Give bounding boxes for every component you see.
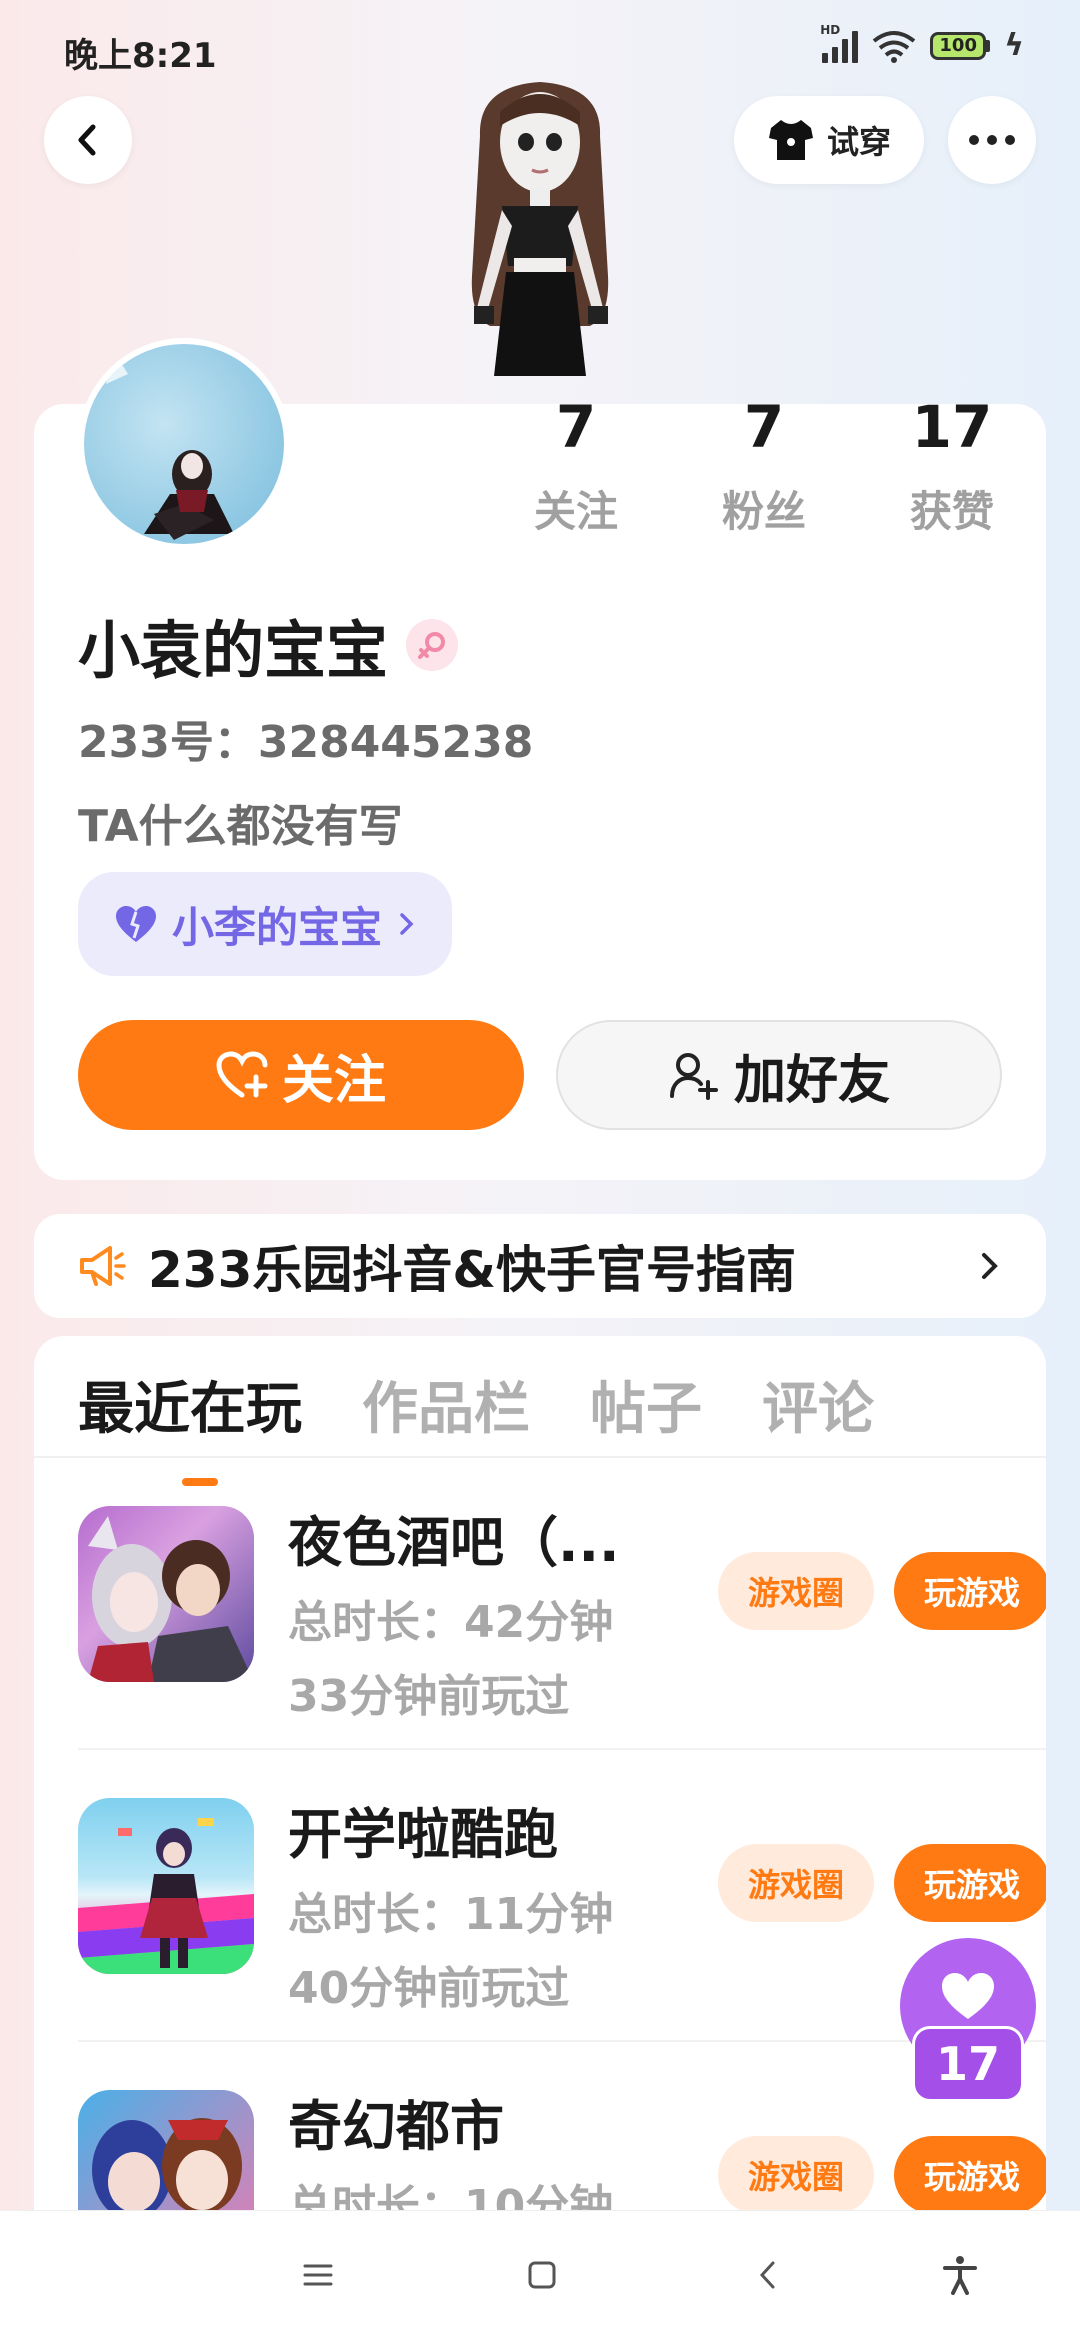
heart-icon (116, 906, 156, 942)
profile-tabs: 最近在玩 作品栏 帖子 评论 (78, 1364, 874, 1486)
avatar-character-image (471, 82, 609, 376)
stat-likes-label: 获赞 (909, 487, 994, 536)
home-square-icon (528, 2261, 556, 2289)
stat-followers[interactable]: 7 粉丝 (670, 398, 858, 539)
game-circle-button[interactable]: 游戏圈 (718, 2136, 874, 2214)
accessibility-button[interactable] (936, 2251, 984, 2299)
try-on-label: 试穿 (826, 123, 891, 161)
username-text: 小袁的宝宝 (78, 614, 389, 687)
female-gender-icon (406, 619, 459, 671)
tab-posts[interactable]: 帖子 (590, 1364, 702, 1445)
wifi-icon (872, 30, 916, 63)
battery-level: 100 (930, 31, 987, 60)
follow-button[interactable]: 关注 (78, 1020, 524, 1130)
chevron-right-icon (982, 1253, 998, 1279)
stat-followers-label: 粉丝 (721, 487, 806, 536)
announcement-banner[interactable]: 233乐园抖音&快手官号指南 (34, 1214, 1046, 1318)
follow-label: 关注 (281, 1050, 386, 1111)
tshirt-icon (768, 120, 813, 160)
chevron-right-icon (400, 913, 414, 935)
chevron-left-icon (759, 2261, 775, 2289)
play-game-button[interactable]: 玩游戏 (894, 1552, 1046, 1630)
menu-icon (303, 2264, 333, 2286)
tab-works[interactable]: 作品栏 (362, 1364, 530, 1445)
stat-following-label: 关注 (533, 487, 618, 536)
game-title: 开学啦酷跑 (288, 1803, 558, 1866)
charging-icon: ϟ (1004, 28, 1024, 63)
game-title: 奇幻都市 (288, 2095, 504, 2158)
play-game-button[interactable]: 玩游戏 (894, 2136, 1046, 2214)
list-item[interactable]: 夜色酒吧（... 总时长：42分钟 33分钟前玩过 游戏圈 玩游戏 (78, 1458, 1046, 1750)
add-user-icon (669, 1053, 718, 1100)
signal-icon: HD (820, 23, 859, 63)
menu-button[interactable] (294, 2251, 342, 2299)
more-button[interactable] (948, 96, 1036, 184)
accessibility-icon (943, 2256, 977, 2295)
back-button[interactable] (44, 96, 132, 184)
user-bio: TA什么都没有写 (78, 801, 403, 852)
status-icons: HD 100 ϟ (820, 23, 1024, 64)
stat-following[interactable]: 7 关注 (482, 398, 670, 539)
game-circle-button[interactable]: 游戏圈 (718, 1552, 874, 1630)
user-id: 233号：328445238 (78, 717, 534, 768)
like-count: 17 (912, 2026, 1024, 2102)
stat-likes[interactable]: 17 获赞 (858, 398, 1046, 539)
relation-tag[interactable]: 小李的宝宝 (78, 872, 453, 976)
avatar-image (106, 352, 234, 540)
content-card: 最近在玩 作品栏 帖子 评论 夜色酒吧（... 总时长：42分钟 33分钟前玩过… (34, 1336, 1046, 2340)
home-button[interactable] (518, 2251, 566, 2299)
heart-icon (942, 1973, 994, 2019)
chevron-left-icon (78, 124, 96, 156)
game-duration: 总时长：42分钟 (288, 1597, 614, 1648)
add-friend-label: 加好友 (733, 1050, 890, 1111)
signal-hd-label: HD (820, 22, 841, 37)
game-last-played: 33分钟前玩过 (288, 1671, 570, 1722)
username: 小袁的宝宝 (78, 600, 459, 690)
tab-comments[interactable]: 评论 (762, 1364, 874, 1445)
game-icon-image (78, 1798, 254, 1974)
play-game-button[interactable]: 玩游戏 (894, 1844, 1046, 1922)
announcement-text: 233乐园抖音&快手官号指南 (148, 1241, 796, 1299)
add-friend-button[interactable]: 加好友 (556, 1020, 1002, 1130)
stat-likes-count: 17 (911, 393, 993, 461)
avatar[interactable] (78, 338, 290, 550)
game-duration: 总时长：11分钟 (288, 1889, 614, 1940)
try-on-button[interactable]: 试穿 (734, 96, 924, 184)
tab-recently-played[interactable]: 最近在玩 (78, 1364, 302, 1486)
floating-like-button[interactable]: 17 (900, 1938, 1036, 2108)
relation-tag-label: 小李的宝宝 (172, 902, 383, 952)
stat-followers-count: 7 (743, 393, 785, 461)
game-title: 夜色酒吧（... (288, 1511, 620, 1574)
stat-following-count: 7 (555, 393, 597, 461)
back-nav-button[interactable] (744, 2251, 792, 2299)
heart-plus-icon (216, 1051, 268, 1098)
game-icon-image (78, 1506, 254, 1682)
profile-stats: 7 关注 7 粉丝 17 获赞 (482, 398, 1046, 539)
battery-icon: 100 (930, 31, 991, 60)
more-dots-icon (969, 135, 1015, 145)
game-circle-button[interactable]: 游戏圈 (718, 1844, 874, 1922)
status-time: 晚上8:21 (64, 36, 217, 76)
system-nav-bar (0, 2210, 1080, 2340)
game-last-played: 40分钟前玩过 (288, 1963, 570, 2014)
megaphone-icon (80, 1246, 126, 1286)
